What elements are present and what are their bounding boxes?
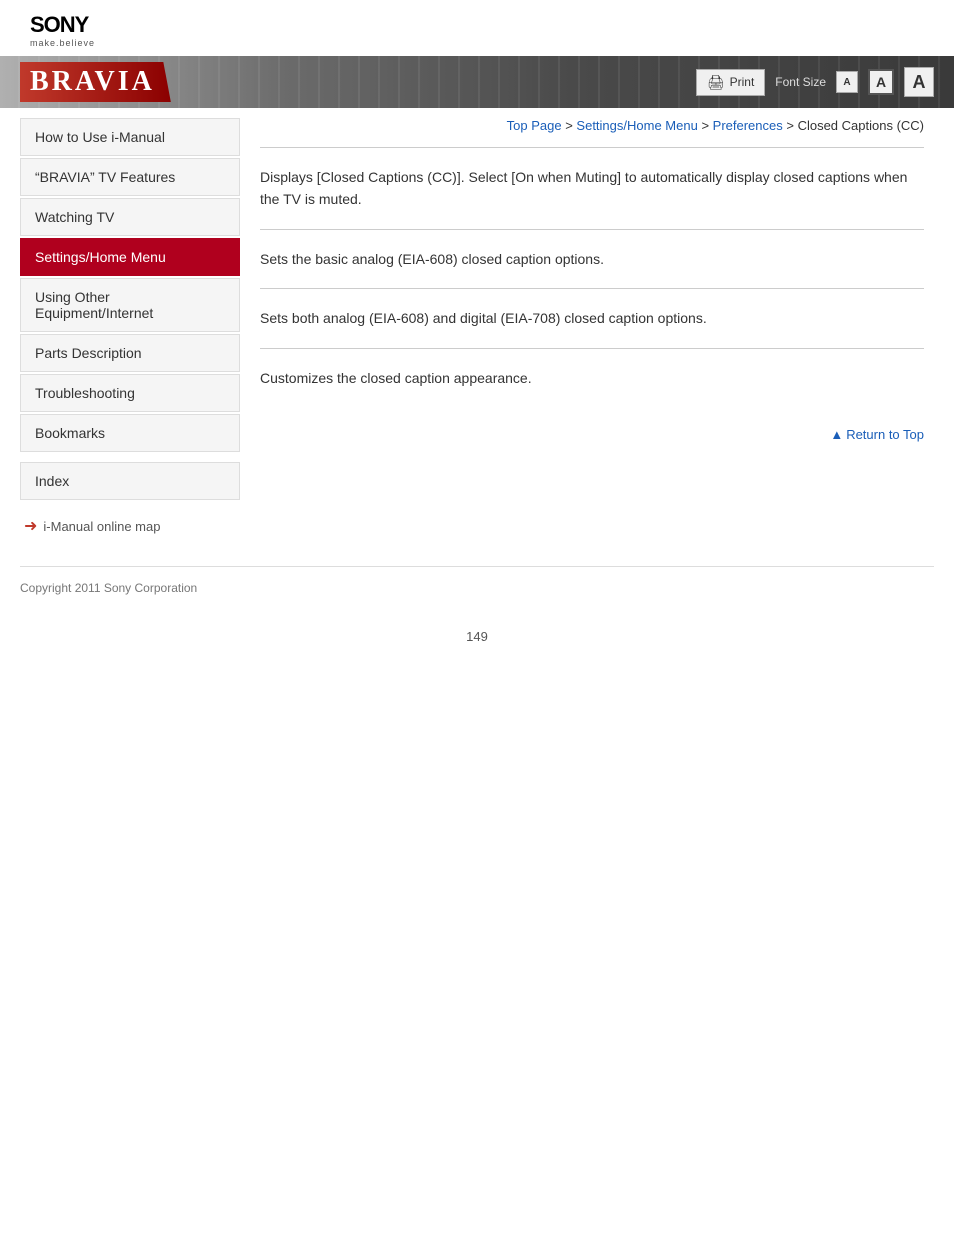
breadcrumb-settings-menu[interactable]: Settings/Home Menu [576, 118, 697, 133]
online-map-link[interactable]: ➜ i-Manual online map [24, 516, 240, 536]
print-button[interactable]: 🖨 Print [696, 69, 765, 96]
font-small-button[interactable]: A [836, 71, 858, 93]
breadcrumb-current: > Closed Captions (CC) [783, 118, 924, 133]
print-icon: 🖨 [707, 74, 725, 91]
section-text-1: Displays [Closed Captions (CC)]. Select … [260, 166, 924, 211]
sidebar-item-settings-home[interactable]: Settings/Home Menu [20, 238, 240, 276]
triangle-icon: ▲ [830, 427, 843, 442]
font-large-button[interactable]: A [904, 67, 934, 97]
sidebar-item-how-to-use[interactable]: How to Use i-Manual [20, 118, 240, 156]
page-number: 149 [0, 609, 954, 654]
main-layout: How to Use i-Manual “BRAVIA” TV Features… [0, 108, 954, 546]
sidebar-item-troubleshooting[interactable]: Troubleshooting [20, 374, 240, 412]
footer: Copyright 2011 Sony Corporation [20, 566, 934, 609]
sony-header: SONY make.believe [0, 0, 954, 56]
font-medium-button[interactable]: A [868, 69, 894, 95]
copyright-text: Copyright 2011 Sony Corporation [20, 581, 197, 595]
breadcrumb: Top Page > Settings/Home Menu > Preferen… [260, 108, 924, 147]
sony-logo: SONY make.believe [30, 12, 924, 48]
font-size-label: Font Size [775, 75, 826, 89]
online-map-label: i-Manual online map [43, 519, 160, 534]
breadcrumb-preferences[interactable]: Preferences [713, 118, 783, 133]
sidebar-item-bravia-features[interactable]: “BRAVIA” TV Features [20, 158, 240, 196]
content-area: Top Page > Settings/Home Menu > Preferen… [240, 108, 954, 546]
sidebar-item-bookmarks[interactable]: Bookmarks [20, 414, 240, 452]
breadcrumb-sep1: > [562, 118, 577, 133]
content-section-2: Sets the basic analog (EIA-608) closed c… [260, 229, 924, 288]
sidebar-item-parts-description[interactable]: Parts Description [20, 334, 240, 372]
bravia-title: BRAVIA [20, 62, 171, 102]
banner-controls: 🖨 Print Font Size A A A [696, 67, 934, 97]
content-section-3: Sets both analog (EIA-608) and digital (… [260, 288, 924, 347]
bravia-banner: BRAVIA 🖨 Print Font Size A A A [0, 56, 954, 108]
section-text-2: Sets the basic analog (EIA-608) closed c… [260, 248, 924, 270]
content-section-4: Customizes the closed caption appearance… [260, 348, 924, 407]
return-to-top: ▲Return to Top [260, 427, 924, 442]
sidebar: How to Use i-Manual “BRAVIA” TV Features… [0, 108, 240, 546]
breadcrumb-sep2: > [698, 118, 713, 133]
sidebar-item-watching-tv[interactable]: Watching TV [20, 198, 240, 236]
breadcrumb-top-page[interactable]: Top Page [507, 118, 562, 133]
arrow-icon: ➜ [24, 516, 37, 536]
content-section-1: Displays [Closed Captions (CC)]. Select … [260, 147, 924, 229]
sidebar-item-index[interactable]: Index [20, 462, 240, 500]
section-text-4: Customizes the closed caption appearance… [260, 367, 924, 389]
return-to-top-link[interactable]: ▲Return to Top [830, 427, 924, 442]
sidebar-item-using-other[interactable]: Using Other Equipment/Internet [20, 278, 240, 332]
section-text-3: Sets both analog (EIA-608) and digital (… [260, 307, 924, 329]
